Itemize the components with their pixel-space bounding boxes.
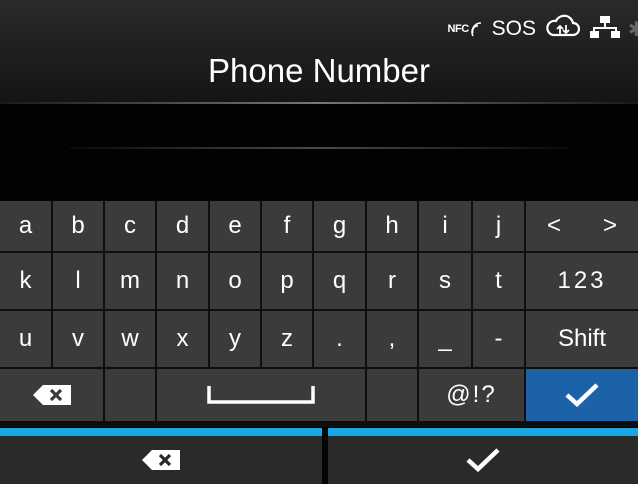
symbols-mode-button[interactable]: @!? — [419, 369, 524, 421]
key-g[interactable]: g — [314, 201, 365, 251]
keyboard: a b c d e f g h i j < > k l m n o p q r … — [0, 201, 638, 427]
key-j[interactable]: j — [473, 201, 524, 251]
key-a[interactable]: a — [0, 201, 51, 251]
key-m[interactable]: m — [105, 253, 155, 309]
key-underscore[interactable]: _ — [419, 311, 471, 367]
space-icon — [207, 386, 315, 404]
key-n[interactable]: n — [157, 253, 208, 309]
cloud-sync-icon — [544, 14, 582, 45]
enter-key[interactable] — [526, 369, 638, 421]
key-f[interactable]: f — [262, 201, 312, 251]
header: NFC SOS ✱ Phone Number — [0, 0, 638, 104]
status-bar: NFC SOS ✱ — [448, 14, 638, 44]
delete-button-accent — [0, 428, 322, 436]
key-q[interactable]: q — [314, 253, 365, 309]
checkmark-icon — [565, 383, 599, 408]
phone-number-input[interactable] — [70, 110, 568, 140]
bluetooth-icon: ✱ — [628, 18, 638, 41]
key-d[interactable]: d — [157, 201, 208, 251]
checkmark-icon — [466, 448, 500, 473]
sos-indicator: SOS — [491, 17, 536, 40]
key-r[interactable]: r — [367, 253, 417, 309]
blank-key — [367, 369, 417, 421]
key-hyphen[interactable]: - — [473, 311, 524, 367]
cursor-left-button[interactable]: < — [526, 201, 582, 251]
key-k[interactable]: k — [0, 253, 51, 309]
cursor-right-button[interactable]: > — [582, 201, 638, 251]
key-comma[interactable]: , — [367, 311, 417, 367]
key-e[interactable]: e — [210, 201, 260, 251]
key-i[interactable]: i — [419, 201, 471, 251]
key-h[interactable]: h — [367, 201, 417, 251]
key-w[interactable]: w — [105, 311, 155, 367]
key-x[interactable]: x — [157, 311, 208, 367]
confirm-button-accent — [328, 428, 638, 436]
input-underline — [70, 147, 568, 149]
page-title: Phone Number — [208, 52, 430, 89]
network-icon — [590, 15, 620, 44]
key-s[interactable]: s — [419, 253, 471, 309]
key-z[interactable]: z — [262, 311, 312, 367]
backspace-key[interactable] — [0, 369, 103, 421]
key-u[interactable]: u — [0, 311, 51, 367]
key-t[interactable]: t — [473, 253, 524, 309]
space-key[interactable] — [157, 369, 365, 421]
numeric-mode-button[interactable]: 123 — [526, 253, 638, 309]
backspace-icon — [142, 450, 180, 470]
key-b[interactable]: b — [53, 201, 103, 251]
nfc-icon: NFC — [448, 21, 484, 37]
key-c[interactable]: c — [105, 201, 155, 251]
key-period[interactable]: . — [314, 311, 365, 367]
key-l[interactable]: l — [53, 253, 103, 309]
nfc-label: NFC — [447, 23, 470, 35]
blank-key — [105, 369, 155, 421]
backspace-icon — [32, 385, 71, 405]
key-p[interactable]: p — [262, 253, 312, 309]
confirm-button[interactable] — [328, 428, 638, 484]
shift-button[interactable]: Shift — [526, 311, 638, 367]
delete-button[interactable] — [0, 428, 322, 484]
key-v[interactable]: v — [53, 311, 103, 367]
bottom-action-bar — [0, 428, 638, 484]
key-y[interactable]: y — [210, 311, 260, 367]
key-o[interactable]: o — [210, 253, 260, 309]
cursor-keys: < > — [526, 201, 638, 251]
